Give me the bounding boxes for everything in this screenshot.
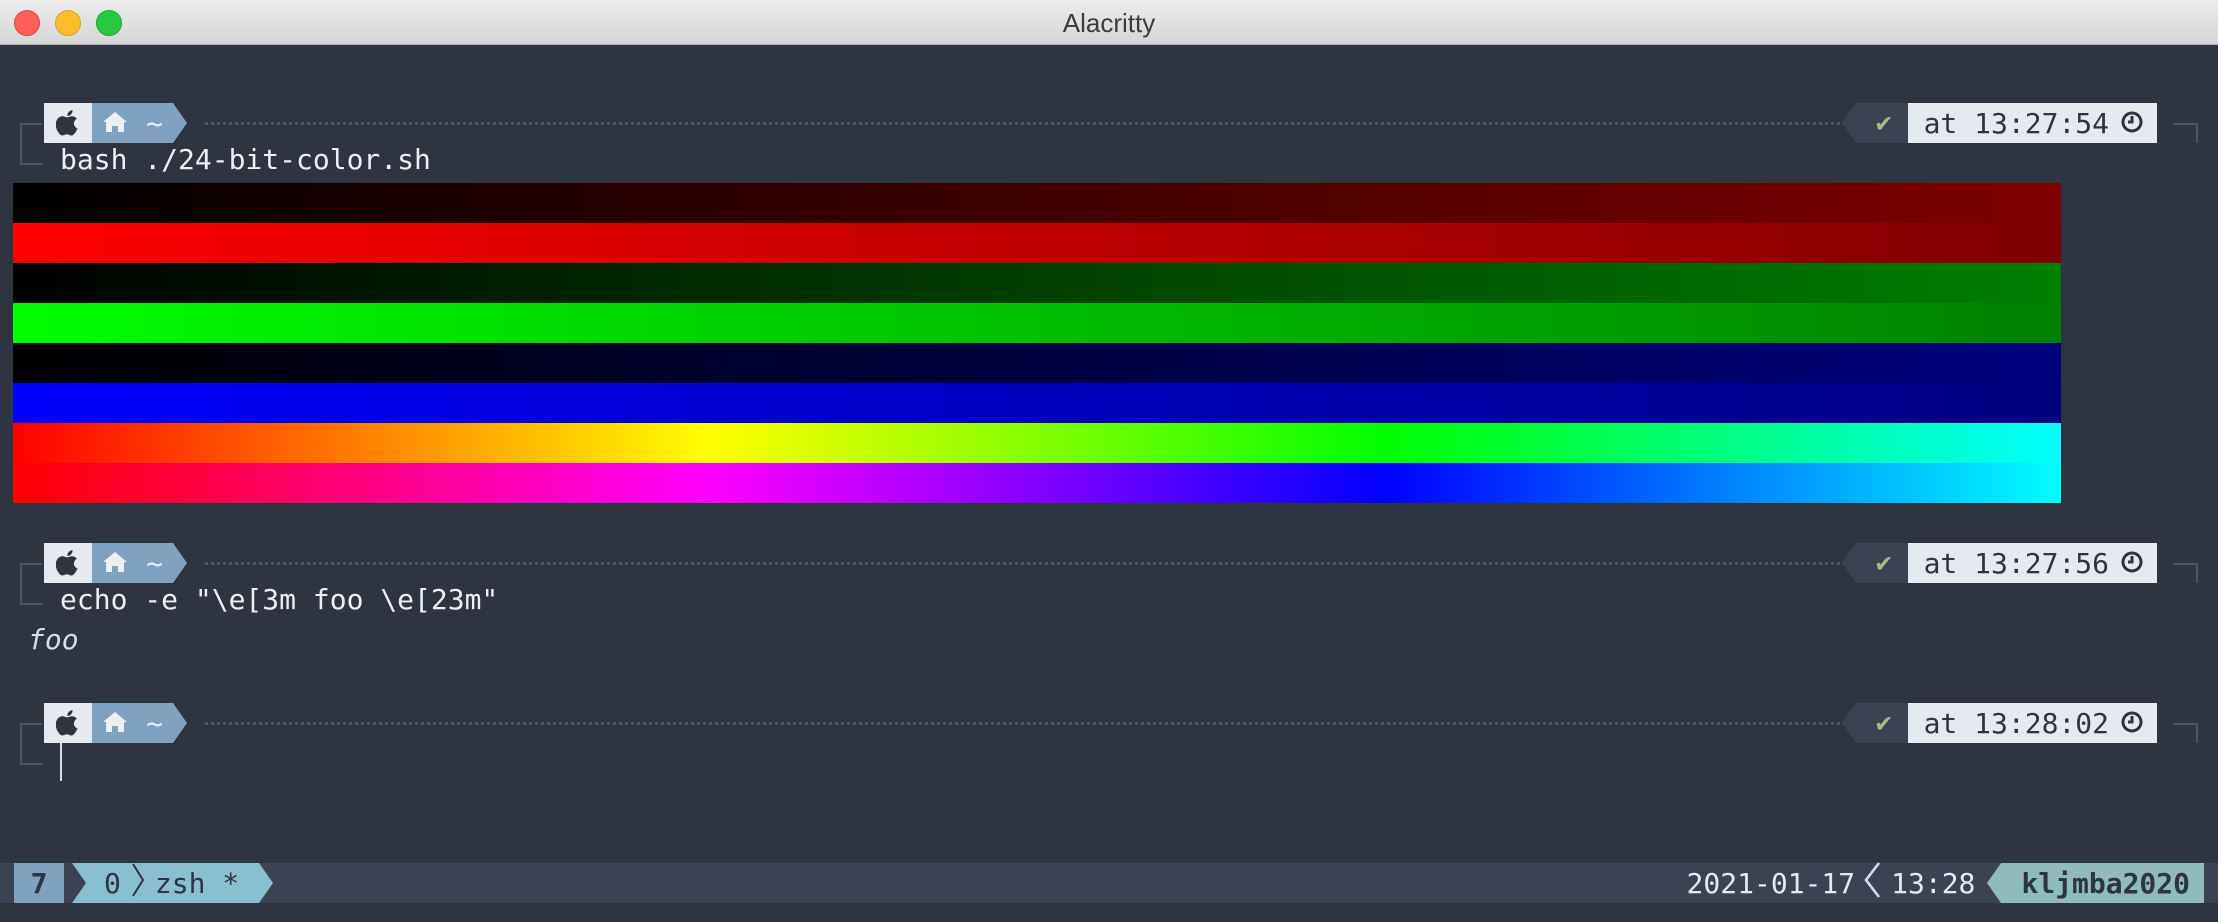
command-output: foo (28, 623, 79, 656)
chevron-right-icon (131, 862, 145, 904)
prompt-time: at 13:27:56 (1923, 546, 2109, 580)
directory-label: ~ (146, 106, 163, 140)
color-bar-red-bright (13, 223, 2061, 263)
text-cursor[interactable] (60, 743, 62, 781)
time-segment: at 13:27:54 (1907, 103, 2157, 143)
home-icon (102, 707, 128, 740)
status-date: 2021-01-17 (1686, 866, 1856, 900)
color-test-output (13, 183, 2061, 503)
prompt-frame-bottom (20, 143, 42, 165)
time-segment: at 13:27:56 (1907, 543, 2157, 583)
prompt-filler (205, 562, 1918, 565)
directory-segment: ~ (92, 103, 187, 143)
color-bar-green-dark (13, 263, 2061, 303)
status-line: 7 0 zsh * 2021-01-17 13:28 kljmba2020 (0, 861, 2218, 905)
directory-segment: ~ (92, 543, 187, 583)
color-bar-rainbow-1 (13, 423, 2061, 463)
prompt-frame (20, 723, 42, 743)
apple-icon (44, 543, 92, 583)
color-bar-blue-dark (13, 343, 2061, 383)
prompt-right-segment: ✔ at 13:27:56 (1841, 543, 2157, 583)
tab-zsh[interactable]: 0 zsh * (72, 862, 274, 904)
color-bar-green-bright (13, 303, 2061, 343)
status-host: kljmba2020 (1987, 863, 2204, 903)
prompt-frame (20, 563, 42, 583)
clock-icon (2121, 107, 2143, 140)
color-bar-blue-bright (13, 383, 2061, 423)
prompt-left-segment: ~ (44, 703, 187, 743)
tab-name: zsh * (154, 866, 240, 900)
terminal-content[interactable]: ~ ✔ at 13:27:54 bash ./24-bit-color.sh ~… (0, 45, 2218, 922)
check-icon: ✔ (1841, 103, 1908, 143)
prompt-filler (205, 122, 1918, 125)
color-bar-red-dark (13, 183, 2061, 223)
prompt-frame-right (2174, 723, 2198, 743)
clock-icon (2121, 547, 2143, 580)
terminal-window: Alacritty ~ ✔ at 13:27:54 bash ./24-bit-… (0, 0, 2218, 922)
prompt-frame-right (2174, 563, 2198, 583)
prompt-frame (20, 123, 42, 143)
status-time: 13:28 (1891, 866, 1976, 900)
prompt-time: at 13:27:54 (1923, 106, 2109, 140)
clock-icon (2121, 707, 2143, 740)
prompt-line: ~ ✔ at 13:28:02 (0, 703, 2218, 743)
command-text: echo -e "\e[3m foo \e[23m" (60, 583, 499, 616)
chevron-left-icon (1863, 861, 1881, 905)
check-icon: ✔ (1841, 703, 1908, 743)
time-segment: at 13:28:02 (1907, 703, 2157, 743)
home-icon (102, 547, 128, 580)
color-bar-rainbow-2 (13, 463, 2061, 503)
directory-label: ~ (146, 546, 163, 580)
apple-icon (44, 103, 92, 143)
window-index[interactable]: 7 (14, 863, 64, 903)
prompt-right-segment: ✔ at 13:28:02 (1841, 703, 2157, 743)
prompt-frame-bottom (20, 743, 42, 765)
prompt-line: ~ ✔ at 13:27:54 (0, 103, 2218, 143)
prompt-filler (205, 722, 1918, 725)
command-text: bash ./24-bit-color.sh (60, 143, 431, 176)
check-icon: ✔ (1841, 543, 1908, 583)
prompt-time: at 13:28:02 (1923, 706, 2109, 740)
apple-icon (44, 703, 92, 743)
window-title: Alacritty (1062, 8, 1156, 38)
prompt-line: ~ ✔ at 13:27:56 (0, 543, 2218, 583)
prompt-frame-bottom (20, 583, 42, 605)
prompt-left-segment: ~ (44, 103, 187, 143)
prompt-left-segment: ~ (44, 543, 187, 583)
tab-index: 0 (104, 866, 121, 900)
directory-label: ~ (146, 706, 163, 740)
directory-segment: ~ (92, 703, 187, 743)
home-icon (102, 107, 128, 140)
prompt-frame-right (2174, 123, 2198, 143)
status-right: 2021-01-17 13:28 kljmba2020 (1686, 861, 2204, 905)
prompt-right-segment: ✔ at 13:27:54 (1841, 103, 2157, 143)
title-bar[interactable]: Alacritty (0, 0, 2218, 45)
